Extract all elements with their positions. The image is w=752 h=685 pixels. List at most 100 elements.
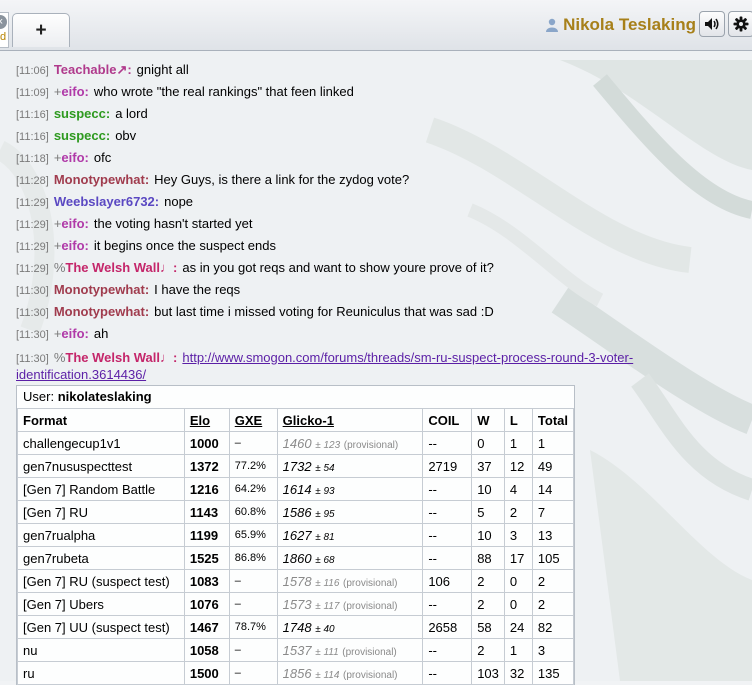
glicko-deviation: ± 114 [315,669,340,681]
message-username[interactable]: eifo: [61,84,88,99]
message-username[interactable]: Weebslayer6732: [54,194,159,209]
gxe-cell: 64.2% [228,477,278,501]
format-cell: nu [17,638,185,662]
gxe-cell: – [228,569,278,593]
username: Nikola Teslaking [563,15,696,34]
elo-cell: 1143 [183,500,230,524]
gxe-cell: 77.2% [228,454,278,478]
ranking-panel: User: nikolateslaking Format Elo GXE Glicko… [16,385,575,685]
elo-cell: 1467 [183,615,230,639]
message-text: nope [164,194,194,209]
format-cell: [Gen 7] Random Battle [17,477,185,501]
new-tab-button[interactable]: + [12,13,70,47]
total-cell: 13 [531,523,575,547]
glicko-value: 1614 [282,481,312,497]
message-text: who wrote "the real rankings" that feen … [93,84,354,99]
losses-cell: 0 [503,592,533,616]
user-menu[interactable]: Nikola Teslaking [546,14,696,36]
total-cell: 49 [531,454,575,478]
total-cell: 105 [531,546,575,570]
ranking-row: gen7rualpha 1199 65.9% 1627 ± 81 -- 10 3 13 [17,523,575,547]
message-text: gnight all [136,62,189,77]
gxe-cell: 65.9% [228,523,278,547]
chat-message: [11:29] +eifo: it begins once the suspect … [16,236,716,258]
message-username[interactable]: The Welsh Wall♩: [65,260,177,275]
ranking-row: [Gen 7] Random Battle 1216 64.2% 1614 ± 93-… [17,477,575,501]
ranking-username: nikolateslaking [57,389,152,404]
glicko-deviation: ± 117 [315,600,340,612]
speaker-icon [705,18,719,30]
losses-cell: 1 [503,638,533,662]
message-username[interactable]: eifo: [61,150,88,165]
sound-button[interactable] [699,11,725,37]
gxe-cell: 86.8% [228,546,278,570]
message-timestamp: [11:29] [16,197,49,209]
message-username[interactable]: suspecc: [54,128,110,143]
provisional-note: (provisional) [342,646,397,658]
message-username[interactable]: Monotypewhat: [54,304,149,319]
message-username[interactable]: Monotypewhat: [54,172,149,187]
glicko-cell: 1860 ± 68 [276,546,424,570]
message-text: a lord [115,106,148,121]
losses-cell: 17 [503,546,533,570]
losses-cell: 0 [503,569,533,593]
glicko-cell: 1732 ± 54 [276,454,424,478]
message-username[interactable]: eifo: [61,326,88,341]
chat-message: [11:16] suspecc: a lord [16,104,716,126]
column-header-glicko-1[interactable]: Glicko-1 [276,408,424,432]
top-bar: × d + Nikola Teslaking [0,0,752,51]
glicko-value: 1732 [282,458,312,474]
glicko-cell: 1627 ± 81 [276,523,424,547]
wins-cell: 0 [471,431,505,455]
ranking-row: [Gen 7] RU (suspect test) 1083–1578 ± 116… [17,569,575,593]
ranking-row: [Gen 7] UU (suspect test) 1467 78.7% 1748 ±… [17,615,575,639]
message-text: Hey Guys, is there a link for the zydog … [154,172,410,187]
message-username[interactable]: The Welsh Wall♩: [65,350,177,365]
column-header-w: W [471,408,505,432]
glicko-deviation: ± 68 [315,554,335,566]
chat-message: [11:29] +eifo: the voting hasn't started y… [16,214,716,236]
chat-message: [11:18] +eifo: ofc [16,148,716,170]
message-timestamp: [11:30] [16,329,49,341]
elo-cell: 1000 [183,431,230,455]
message-timestamp: [11:30] [16,285,49,297]
closed-room-tab-label: d [0,31,7,43]
chat-message: [11:29] %The Welsh Wall♩: as in you got re… [16,258,716,280]
message-username[interactable]: suspecc: [54,106,110,121]
losses-cell: 12 [503,454,533,478]
message-username[interactable]: eifo: [61,238,88,253]
glicko-value: 1578 [282,573,312,589]
gxe-cell: – [228,592,278,616]
coil-cell: -- [422,500,473,524]
message-text: as in you got reqs and want to show your… [182,260,494,275]
gxe-cell: 60.8% [228,500,278,524]
glicko-value: 1460 [282,435,312,451]
settings-button[interactable] [728,11,752,37]
glicko-cell: 1856 ± 114 (provisional) [276,661,424,685]
message-username[interactable]: Teachable↗: [54,62,132,77]
chat-message: [11:30] Monotypewhat: but last time i miss… [16,302,716,324]
message-timestamp: [11:16] [16,131,49,143]
ranking-row: ru 1500–1856 ± 114 (provisional) -- 103 32 13… [17,661,575,685]
chat-message: [11:28] Monotypewhat: Hey Guys, is there a… [16,170,716,192]
format-cell: [Gen 7] UU (suspect test) [17,615,185,639]
column-header-format: Format [17,408,185,432]
gxe-cell: 78.7% [228,615,278,639]
coil-cell: -- [422,477,473,501]
provisional-note: (provisional) [343,600,398,612]
user-group-symbol: % [53,350,66,365]
chat-message: [11:30] %The Welsh Wall♩: http://www.smogo… [16,346,716,382]
elo-cell: 1525 [183,546,230,570]
chat-message: [11:16] suspecc: obv [16,126,716,148]
coil-cell: 2658 [422,615,473,639]
coil-cell: 2719 [422,454,473,478]
losses-cell: 1 [503,431,533,455]
column-header-elo[interactable]: Elo [183,408,230,432]
message-username[interactable]: Monotypewhat: [54,282,149,297]
column-header-gxe[interactable]: GXE [228,408,278,432]
wins-cell: 10 [471,523,505,547]
message-username[interactable]: eifo: [61,216,88,231]
provisional-note: (provisional) [343,669,398,681]
message-timestamp: [11:29] [16,219,49,231]
wins-cell: 103 [471,661,505,685]
